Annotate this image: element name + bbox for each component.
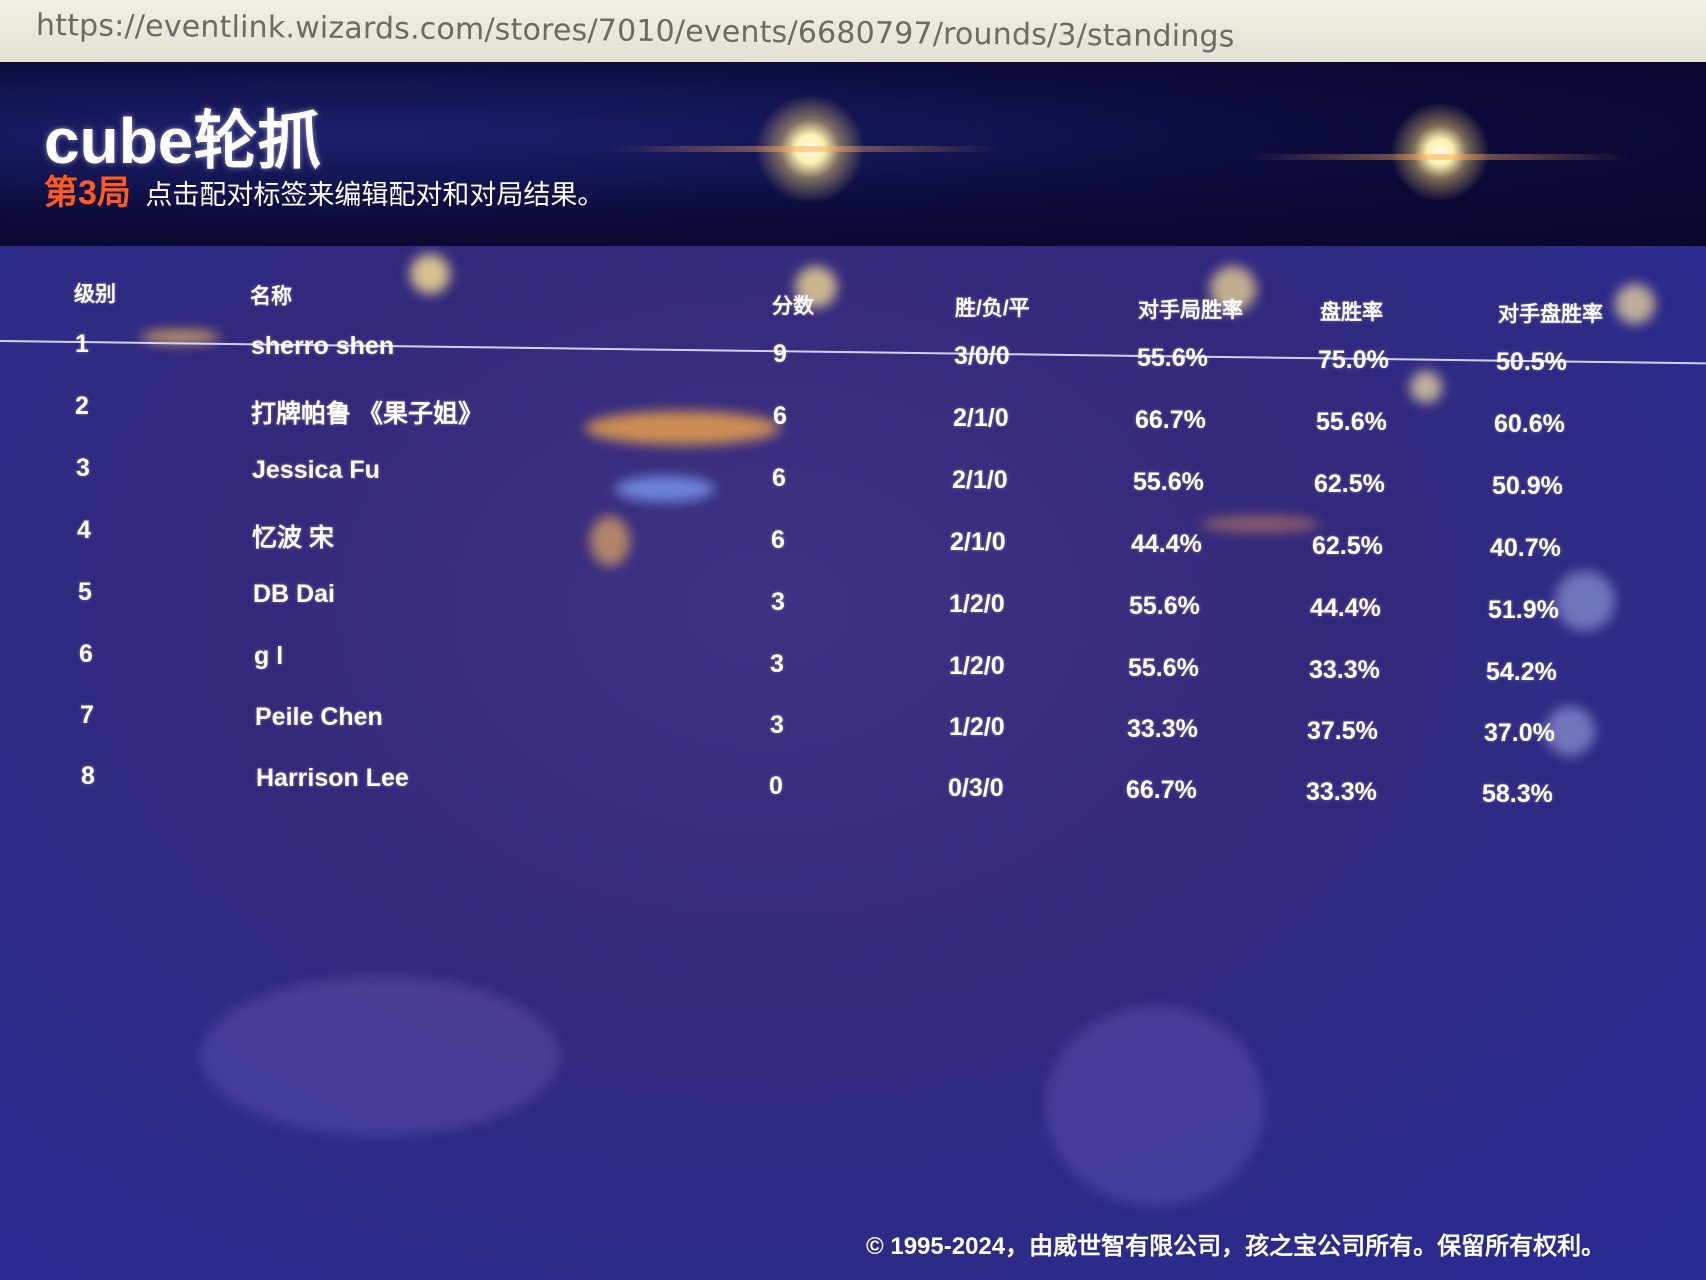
record-cell: 1/2/0 [949,652,1005,680]
column-header-rank[interactable]: 级别 [74,278,116,308]
rank-cell: 1 [75,330,89,358]
ogw-cell: 60.6% [1494,410,1565,438]
decorative-light [1410,371,1442,403]
decorative-light [200,976,560,1136]
gw-cell: 55.6% [1316,408,1387,436]
record-cell: 1/2/0 [949,590,1005,618]
points-cell: 9 [773,340,787,368]
player-name-cell[interactable]: DB Dai [253,580,335,609]
player-name-cell[interactable]: 打牌帕鲁 《果子姐》 [251,394,483,430]
gw-cell: 62.5% [1314,470,1385,498]
record-cell: 2/1/0 [952,466,1008,494]
omw-cell: 55.6% [1137,344,1208,372]
column-header-omw[interactable]: 对手局胜率 [1138,294,1243,324]
gw-cell: 75.0% [1318,346,1389,374]
decorative-light [1555,571,1615,631]
gw-cell: 62.5% [1312,532,1383,560]
omw-cell: 66.7% [1135,406,1206,434]
omw-cell: 55.6% [1129,592,1200,620]
address-bar[interactable]: https://eventlink.wizards.com/stores/701… [0,0,1706,64]
player-name-cell[interactable]: Jessica Fu [252,456,380,485]
column-header-name[interactable]: 名称 [250,280,292,310]
record-cell: 3/0/0 [954,342,1010,370]
gw-cell: 33.3% [1309,656,1380,684]
rank-cell: 7 [80,701,94,729]
player-name-cell[interactable]: sherro shen [251,332,394,361]
round-subtitle: 第3局 点击配对标签来编辑配对和对局结果。 [44,165,604,214]
decorative-light [590,516,630,566]
decorative-light-streak [1250,154,1630,160]
points-cell: 3 [770,711,784,739]
ogw-cell: 50.5% [1496,348,1567,376]
ogw-cell: 54.2% [1486,658,1557,686]
rank-cell: 3 [76,454,90,482]
gw-cell: 33.3% [1306,778,1377,806]
player-name-cell[interactable]: Harrison Lee [256,764,409,793]
gw-cell: 37.5% [1307,717,1378,745]
round-label: 第3局 [44,174,131,212]
ogw-cell: 51.9% [1488,596,1559,624]
omw-cell: 66.7% [1126,776,1197,804]
column-header-gw[interactable]: 盘胜率 [1320,296,1383,326]
record-cell: 1/2/0 [949,713,1005,741]
points-cell: 0 [769,772,783,800]
ogw-cell: 58.3% [1482,780,1553,808]
rank-cell: 6 [79,640,93,668]
omw-cell: 55.6% [1128,654,1199,682]
url-text[interactable]: https://eventlink.wizards.com/stores/701… [36,8,1235,55]
column-header-ogw[interactable]: 对手盘胜率 [1498,298,1603,328]
ogw-cell: 40.7% [1490,534,1561,562]
decorative-light [585,411,780,445]
player-name-cell[interactable]: 忆波 宋 [252,518,334,554]
decorative-light [1200,516,1320,532]
record-cell: 0/3/0 [948,774,1004,802]
column-header-record[interactable]: 胜/负/平 [955,292,1030,322]
edit-hint: 点击配对标签来编辑配对和对局结果。 [145,180,605,210]
standings-panel: 级别 名称 分数 胜/负/平 对手局胜率 盘胜率 对手盘胜率 1 sherro … [0,246,1706,1280]
ogw-cell: 37.0% [1484,719,1555,747]
decorative-light [410,254,450,294]
rank-cell: 4 [77,516,91,544]
record-cell: 2/1/0 [950,528,1006,556]
rank-cell: 2 [75,392,89,420]
points-cell: 3 [770,650,784,678]
omw-cell: 44.4% [1131,530,1202,558]
points-cell: 6 [772,464,786,492]
decorative-light-streak [610,146,1000,152]
decorative-light [615,476,715,502]
event-header: cube轮抓 第3局 点击配对标签来编辑配对和对局结果。 [0,62,1706,246]
omw-cell: 55.6% [1133,468,1204,496]
gw-cell: 44.4% [1310,594,1381,622]
ogw-cell: 50.9% [1492,472,1563,500]
decorative-light [1045,1006,1265,1206]
points-cell: 3 [771,588,785,616]
omw-cell: 33.3% [1127,715,1198,743]
record-cell: 2/1/0 [953,404,1009,432]
decorative-light [1390,102,1490,202]
column-header-points[interactable]: 分数 [772,290,814,320]
rank-cell: 5 [78,578,92,606]
player-name-cell[interactable]: Peile Chen [255,703,383,732]
rank-cell: 8 [81,762,95,790]
decorative-light [1615,284,1655,324]
points-cell: 6 [771,526,785,554]
player-name-cell[interactable]: g l [254,642,283,671]
points-cell: 6 [773,402,787,430]
copyright-footer: © 1995-2024，由威世智有限公司，孩之宝公司所有。保留所有权利。 [866,1233,1606,1260]
